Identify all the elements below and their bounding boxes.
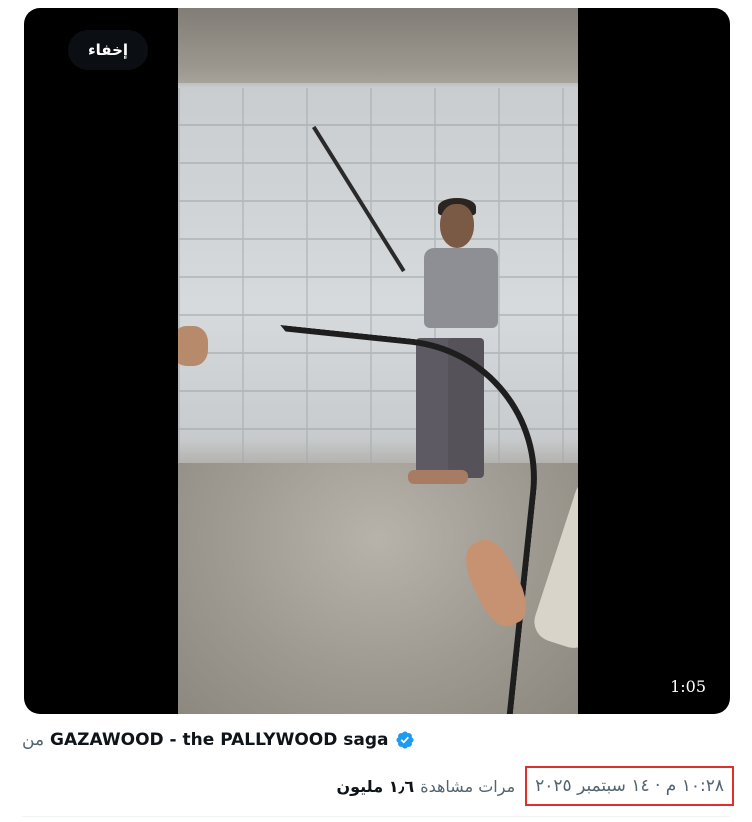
figure-shirt xyxy=(424,248,498,328)
verified-badge-icon xyxy=(395,730,415,750)
source-prefix: من xyxy=(22,730,45,750)
post-timestamp[interactable]: ١٠:٢٨ م · ١٤ سبتمبر ٢٠٢٥ xyxy=(525,766,734,806)
left-hand xyxy=(178,326,208,366)
video-frame[interactable] xyxy=(178,8,578,714)
hide-button[interactable]: إخفاء xyxy=(68,30,148,70)
video-source[interactable]: من GAZAWOOD - the PALLYWOOD saga xyxy=(22,725,415,755)
views-count: ١٫٦ مليون xyxy=(336,776,415,796)
post-meta: ١٠:٢٨ م · ١٤ سبتمبر ٢٠٢٥ مرات مشاهدة ١٫٦… xyxy=(306,764,734,808)
wall-top xyxy=(178,8,578,83)
divider xyxy=(22,816,730,817)
source-account-name[interactable]: GAZAWOOD - the PALLYWOOD saga xyxy=(50,730,388,750)
video-duration: 1:05 xyxy=(670,677,706,696)
views-label: مرات مشاهدة xyxy=(420,776,516,796)
view-count: مرات مشاهدة ١٫٦ مليون xyxy=(336,777,515,796)
figure-head xyxy=(440,204,474,248)
video-player[interactable]: إخفاء 1:05 xyxy=(24,8,730,714)
